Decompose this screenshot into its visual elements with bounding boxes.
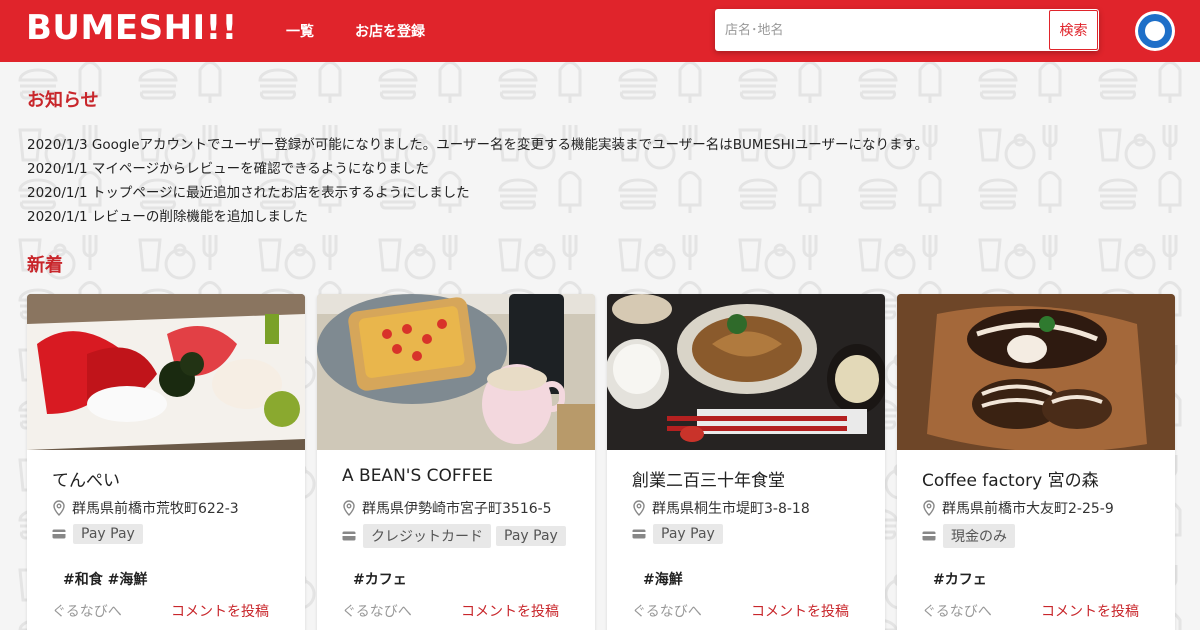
shop-tags: #海鮮	[643, 572, 683, 588]
shop-card[interactable]: てんぺい 群馬県前橋市荒牧町622-3 Pay Pay #和食 #海鮮 ぐるなび…	[27, 294, 305, 630]
search-input[interactable]	[715, 9, 1048, 51]
shop-tags: #カフェ	[933, 572, 987, 588]
payment-badge: Pay Pay	[653, 524, 723, 544]
shop-name[interactable]: A BEAN'S COFFEE	[342, 466, 493, 486]
shop-photo-chocolate-dessert[interactable]	[897, 294, 1175, 450]
credit-card-icon	[632, 529, 646, 539]
payment-methods: Pay Pay	[632, 524, 728, 544]
map-pin-icon	[923, 500, 935, 516]
search-form: 検索	[715, 9, 1099, 51]
shop-name[interactable]: 創業二百三十年食堂	[632, 466, 785, 491]
shop-address-row: 群馬県桐生市堤町3-8-18	[632, 498, 810, 518]
shop-tags: #カフェ	[353, 572, 407, 588]
payment-badge: クレジットカード	[363, 524, 491, 548]
map-pin-icon	[633, 500, 645, 516]
post-comment-link[interactable]: コメントを投稿	[751, 601, 849, 621]
shop-address: 群馬県前橋市大友町2-25-9	[942, 501, 1114, 517]
gnavi-link[interactable]: ぐるなびへ	[632, 601, 702, 621]
shop-address: 群馬県前橋市荒牧町622-3	[72, 501, 239, 517]
payment-badge: 現金のみ	[943, 524, 1015, 548]
shop-card[interactable]: A BEAN'S COFFEE 群馬県伊勢崎市宮子町3516-5 クレジットカー…	[317, 294, 595, 630]
notice-list: 2020/1/3 Googleアカウントでユーザー登録が可能になりました。ユーザ…	[27, 133, 928, 229]
map-pin-icon	[343, 500, 355, 516]
gnavi-link[interactable]: ぐるなびへ	[922, 601, 992, 621]
payment-methods: 現金のみ	[922, 524, 1020, 548]
credit-card-icon	[342, 531, 356, 541]
notices-heading: お知らせ	[27, 90, 99, 111]
credit-card-icon	[922, 531, 936, 541]
avatar-icon	[1138, 14, 1172, 48]
nav-register-shop-link[interactable]: お店を登録	[355, 21, 425, 41]
shop-address: 群馬県伊勢崎市宮子町3516-5	[362, 501, 552, 517]
post-comment-link[interactable]: コメントを投稿	[1041, 601, 1139, 621]
top-navbar: BUMESHI!! 一覧 お店を登録 検索	[0, 0, 1200, 62]
new-arrivals-heading: 新着	[27, 255, 63, 276]
shop-address-row: 群馬県前橋市大友町2-25-9	[922, 498, 1114, 518]
post-comment-link[interactable]: コメントを投稿	[461, 601, 559, 621]
shop-tags: #和食 #海鮮	[63, 572, 148, 588]
user-avatar[interactable]	[1135, 11, 1175, 51]
notice-item: 2020/1/1 マイページからレビューを確認できるようになりました	[27, 161, 429, 177]
notice-item: 2020/1/3 Googleアカウントでユーザー登録が可能になりました。ユーザ…	[27, 137, 929, 153]
notice-item: 2020/1/1 レビューの削除機能を追加しました	[27, 209, 308, 225]
notice-item: 2020/1/1 トップページに最近追加されたお店を表示するようにしました	[27, 185, 470, 201]
shop-address-row: 群馬県伊勢崎市宮子町3516-5	[342, 498, 552, 518]
shop-name[interactable]: てんぺい	[52, 466, 120, 491]
search-button[interactable]: 検索	[1049, 10, 1098, 50]
shop-photo-fish-set-meal[interactable]	[607, 294, 885, 450]
shop-card[interactable]: 創業二百三十年食堂 群馬県桐生市堤町3-8-18 Pay Pay #海鮮 ぐるな…	[607, 294, 885, 630]
map-pin-icon	[53, 500, 65, 516]
shop-address: 群馬県桐生市堤町3-8-18	[652, 501, 810, 517]
gnavi-link[interactable]: ぐるなびへ	[342, 601, 412, 621]
shop-photo-toast-coffee[interactable]	[317, 294, 595, 450]
shop-name[interactable]: Coffee factory 宮の森	[922, 466, 1099, 491]
shop-photo-sashimi[interactable]	[27, 294, 305, 450]
payment-methods: Pay Pay	[52, 524, 148, 544]
shop-address-row: 群馬県前橋市荒牧町622-3	[52, 498, 239, 518]
gnavi-link[interactable]: ぐるなびへ	[52, 601, 122, 621]
payment-badge: Pay Pay	[496, 526, 566, 546]
shop-card[interactable]: Coffee factory 宮の森 群馬県前橋市大友町2-25-9 現金のみ …	[897, 294, 1175, 630]
payment-badge: Pay Pay	[73, 524, 143, 544]
payment-methods: クレジットカード Pay Pay	[342, 524, 571, 548]
post-comment-link[interactable]: コメントを投稿	[171, 601, 269, 621]
site-logo[interactable]: BUMESHI!!	[26, 8, 238, 48]
credit-card-icon	[52, 529, 66, 539]
nav-list-link[interactable]: 一覧	[286, 21, 314, 41]
